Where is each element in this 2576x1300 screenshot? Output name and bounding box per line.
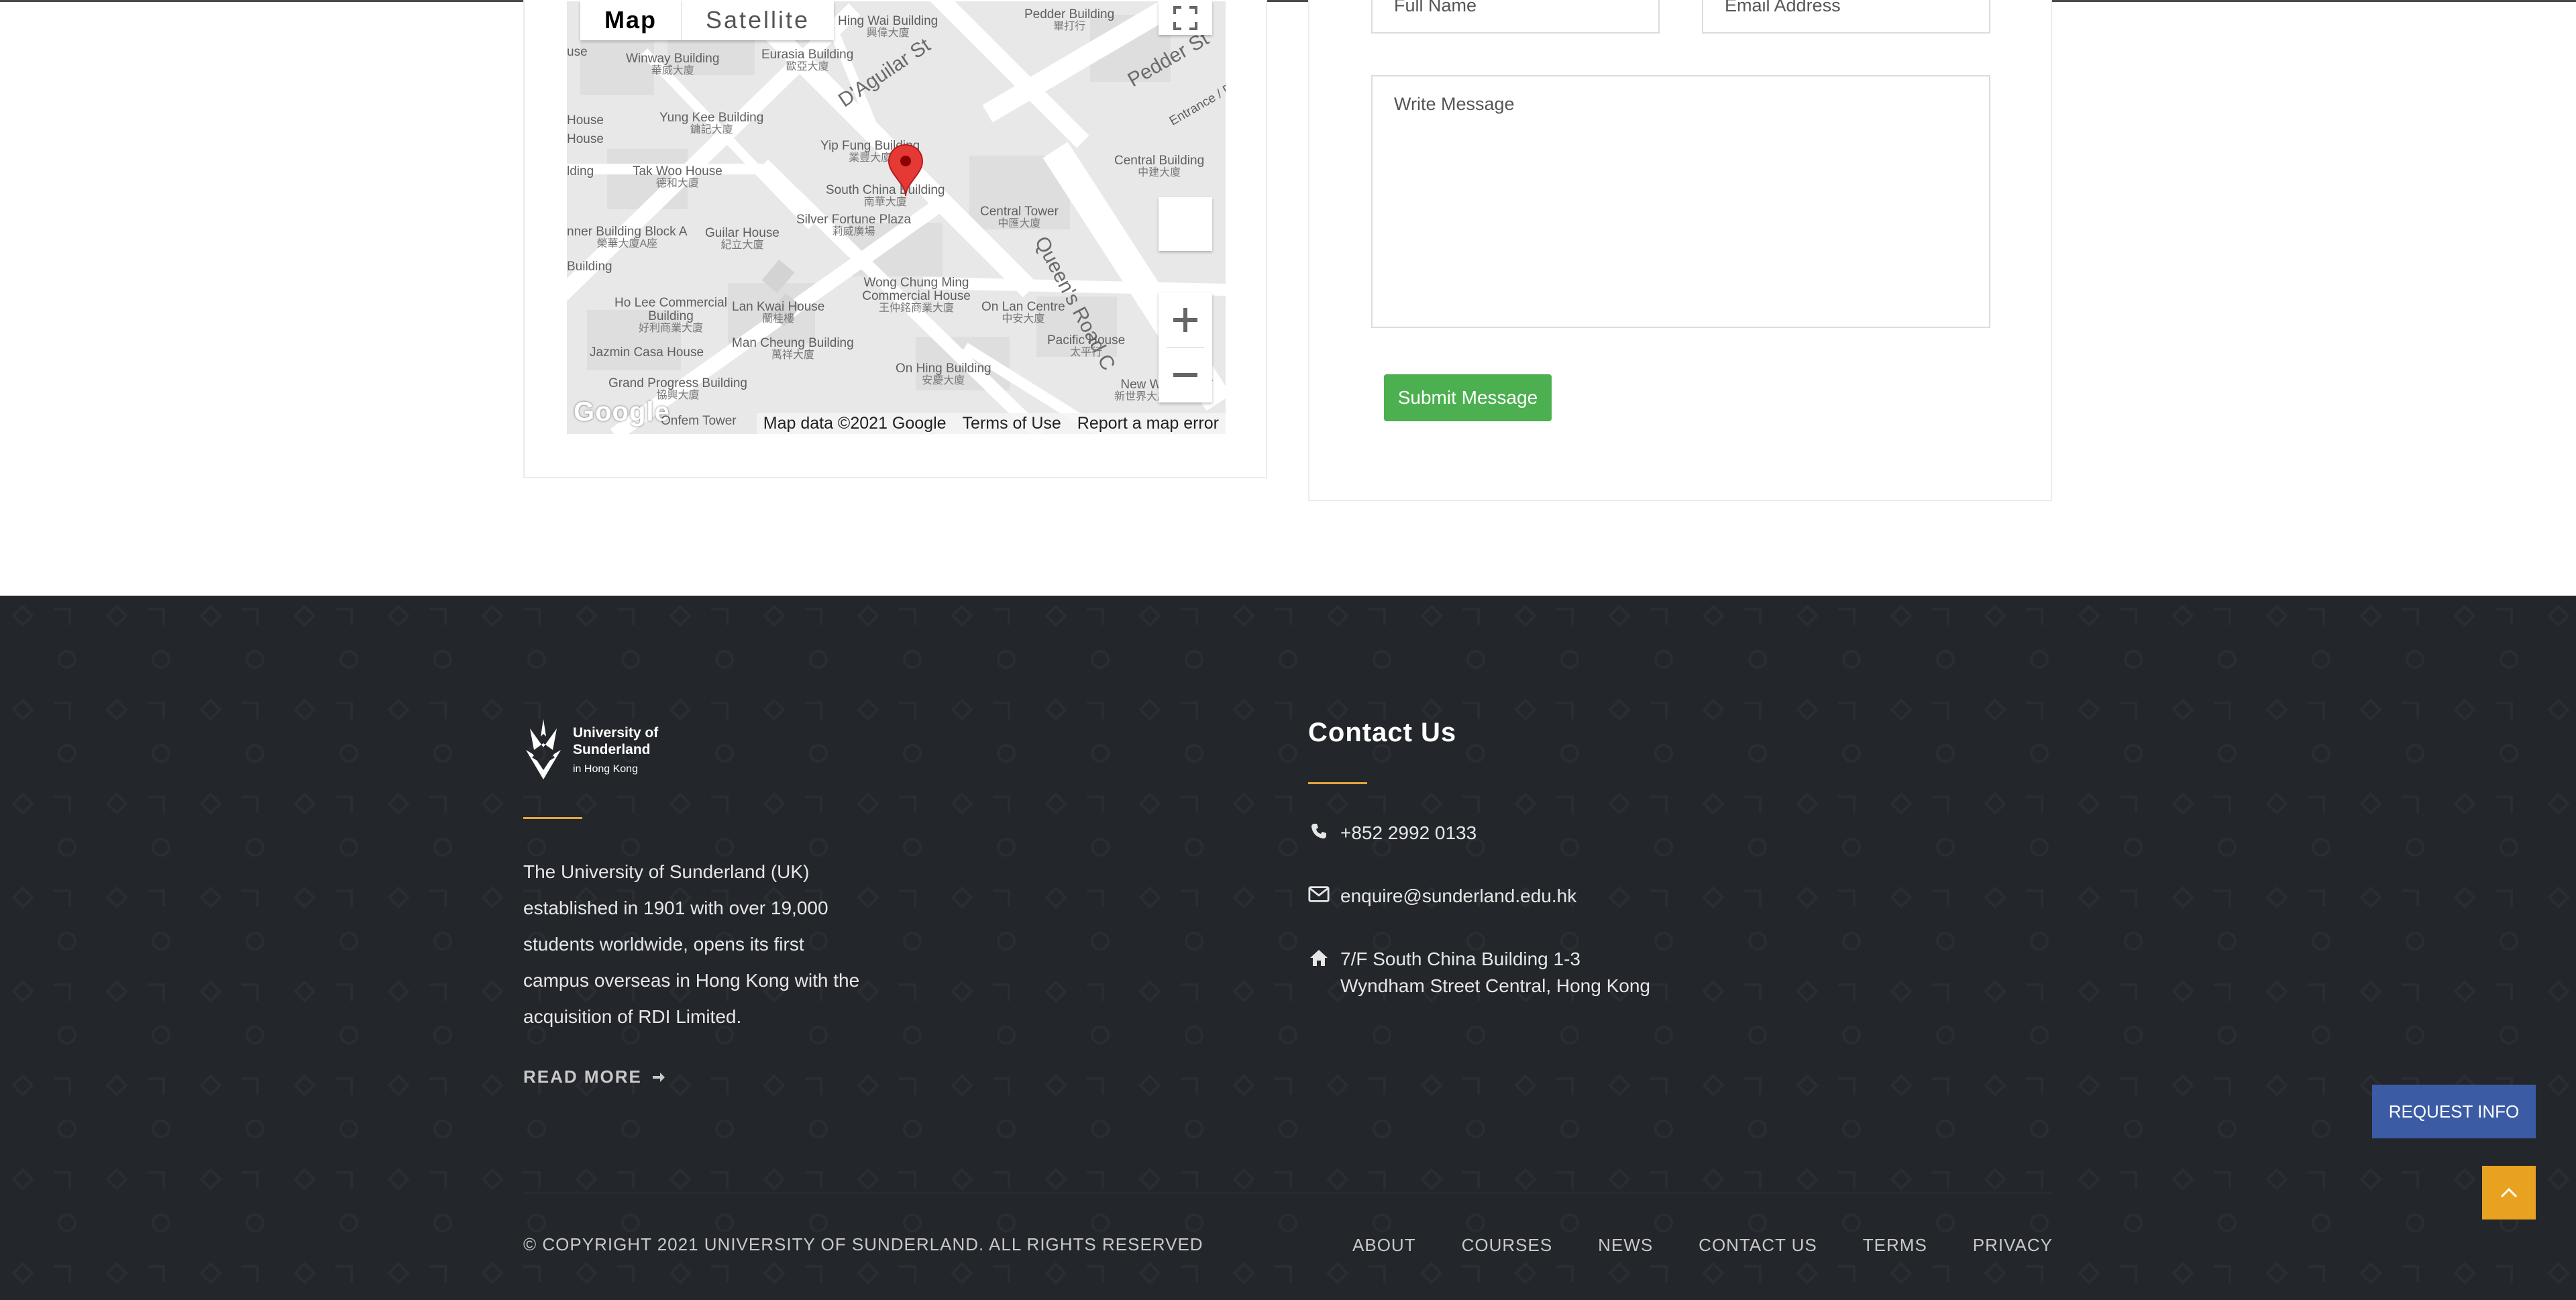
map-building-label: Pacific House 太平行 (1047, 333, 1126, 358)
map-building-label: Lan Kwai House 蘭桂樓 (732, 300, 825, 325)
map-building-label: Tak Woo House 德和大廈 (633, 164, 722, 189)
footer-logo[interactable]: University of Sunderland in Hong Kong (523, 716, 658, 783)
map-building-label: use (567, 45, 588, 59)
map-building-label: Eurasia Building 歐亞大廈 (761, 48, 854, 72)
map-building-label: Man Cheung Building 萬祥大廈 (732, 336, 854, 361)
zoom-control (1159, 292, 1212, 402)
map-building-label: Onfem Tower (661, 414, 737, 428)
terms-of-use-link[interactable]: Terms of Use (963, 414, 1061, 433)
read-more-label: READ MORE (523, 1067, 642, 1087)
map-building-label: Wong Chung Ming Commercial House 王仲銘商業大廈 (862, 276, 971, 314)
map-building-label: Ho Lee Commercial Building 好利商業大廈 (614, 296, 727, 334)
map-building-label: Silver Fortune Plaza 莉威廣場 (796, 213, 912, 237)
map-building-label: Guilar House 紀立大廈 (705, 226, 780, 251)
map-building-label: Central Tower 中匯大廈 (980, 205, 1059, 229)
chevron-up-icon (2500, 1187, 2518, 1198)
contact-address: 7/F South China Building 1-3 Wyndham Str… (1308, 946, 1650, 999)
map-building-label: House (567, 132, 604, 146)
plus-icon (1173, 308, 1197, 332)
map-attribution: Map data ©2021 Google Terms of Use Repor… (756, 413, 1226, 434)
logo-underline (523, 817, 582, 819)
address-line-2: Wyndham Street Central, Hong Kong (1340, 975, 1650, 996)
contact-email[interactable]: enquire@sunderland.edu.hk (1308, 883, 1576, 910)
map-building-label: Hing Wai Building 興偉大廈 (838, 14, 938, 39)
email-input[interactable]: Email Address (1702, 0, 1990, 34)
map-building-label: South China Building 南華大廈 (826, 183, 945, 208)
zoom-in-button[interactable] (1159, 292, 1212, 347)
map-building-label: Winway Building 華威大廈 (626, 52, 720, 76)
footer-nav-about[interactable]: ABOUT (1352, 1235, 1416, 1256)
fullscreen-icon (1173, 6, 1197, 30)
copyright-text: © COPYRIGHT 2021 UNIVERSITY OF SUNDERLAN… (523, 1234, 1203, 1254)
map-type-control: Map Satellite (580, 1, 835, 40)
zoom-out-button[interactable] (1159, 347, 1212, 402)
map-data-text: Map data ©2021 Google (763, 414, 947, 433)
map-building-label: House (567, 113, 604, 127)
request-info-button[interactable]: REQUEST INFO (2372, 1085, 2536, 1138)
message-textarea[interactable]: Write Message (1371, 75, 1990, 328)
map-building-label: Building (567, 260, 612, 274)
logo-line-3: in Hong Kong (573, 763, 638, 775)
report-map-error-link[interactable]: Report a map error (1077, 414, 1219, 433)
envelope-icon (1308, 883, 1330, 903)
map-building-label: Pedder Building 畢打行 (1024, 7, 1115, 32)
back-to-top-button[interactable] (2482, 1166, 2536, 1220)
arrow-right-icon (652, 1072, 665, 1082)
map-building-label: nner Building Block A 榮華大廈A座 (567, 225, 688, 250)
map-type-map-button[interactable]: Map (580, 1, 681, 40)
map-building-label: lding (567, 164, 594, 178)
zoom-divider (1167, 347, 1204, 348)
map-building-label: Jazmin Casa House (590, 345, 704, 360)
map-marker-icon[interactable] (888, 144, 924, 197)
google-map[interactable]: D'Aguilar St Pedder St Queen's Road C Hi… (567, 1, 1226, 434)
map-type-satellite-button[interactable]: Satellite (681, 1, 834, 40)
full-name-input[interactable]: Full Name (1371, 0, 1660, 34)
contact-underline (1308, 782, 1367, 784)
footer-pattern (0, 596, 2576, 1300)
about-text: The University of Sunderland (UK) establ… (523, 861, 860, 1027)
page: D'Aguilar St Pedder St Queen's Road C Hi… (0, 0, 2576, 1300)
footer-nav-news[interactable]: NEWS (1598, 1235, 1653, 1256)
street-view-button[interactable] (1159, 197, 1212, 251)
minus-icon (1173, 373, 1197, 377)
contact-form-card: Full Name Email Address Write Message Su… (1308, 0, 2052, 501)
footer-nav-courses[interactable]: COURSES (1462, 1235, 1553, 1256)
email-address: enquire@sunderland.edu.hk (1340, 885, 1577, 906)
phone-number: +852 2992 0133 (1340, 822, 1477, 843)
home-icon (1308, 946, 1330, 967)
submit-message-button[interactable]: Submit Message (1384, 374, 1552, 421)
map-building-label: Central Building 中建大廈 (1114, 154, 1205, 178)
fullscreen-button[interactable] (1159, 1, 1212, 35)
logo-line-1: University of (573, 725, 659, 741)
phone-icon (1308, 820, 1330, 840)
map-building-label: On Hing Building 安慶大廈 (896, 362, 991, 386)
read-more-link[interactable]: READ MORE (523, 1067, 666, 1087)
footer-nav-privacy[interactable]: PRIVACY (1973, 1235, 2053, 1256)
contact-us-heading: Contact Us (1308, 718, 1457, 747)
university-crest-icon (526, 719, 561, 779)
footer-nav-terms[interactable]: TERMS (1863, 1235, 1927, 1256)
google-logo: Google (574, 397, 670, 427)
map-building-label: On Lan Centre 中安大廈 (981, 300, 1065, 325)
address-line-1: 7/F South China Building 1-3 (1340, 949, 1580, 969)
footer: University of Sunderland in Hong Kong Th… (0, 596, 2576, 1300)
logo-line-2: Sunderland (573, 742, 651, 758)
footer-nav: ABOUT COURSES NEWS CONTACT US TERMS PRIV… (1352, 1235, 2053, 1256)
contact-phone[interactable]: +852 2992 0133 (1308, 820, 1477, 847)
top-border (0, 0, 2576, 2)
map-building-label: Yung Kee Building 鏞記大廈 (659, 111, 764, 136)
footer-nav-contact-us[interactable]: CONTACT US (1699, 1235, 1817, 1256)
logo-text: University of Sunderland in Hong Kong (573, 724, 658, 775)
map-card: D'Aguilar St Pedder St Queen's Road C Hi… (523, 0, 1267, 478)
